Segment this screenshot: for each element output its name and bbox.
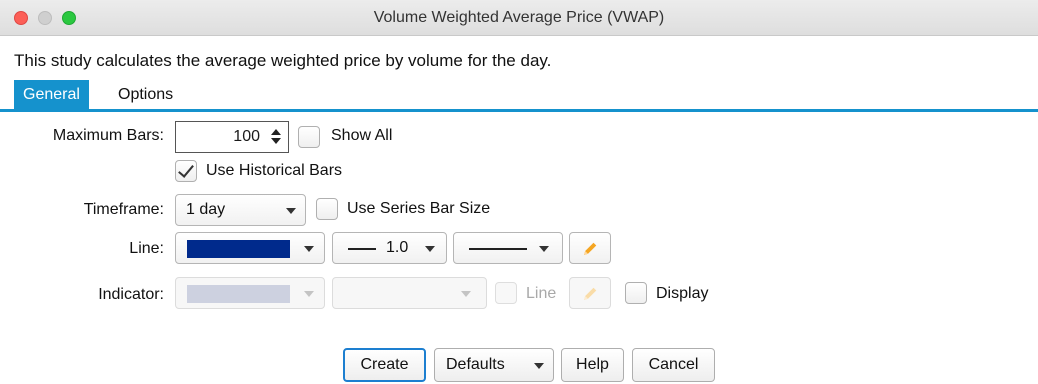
indicator-line-label: Line bbox=[526, 285, 557, 302]
line-style-dropdown[interactable] bbox=[453, 232, 563, 264]
tab-general[interactable]: General bbox=[14, 80, 89, 109]
indicator-color-swatch bbox=[187, 285, 290, 303]
line-edit-button[interactable] bbox=[569, 232, 611, 264]
display-label: Display bbox=[656, 285, 709, 302]
defaults-button-label: Defaults bbox=[446, 356, 505, 373]
indicator-style-dropdown bbox=[332, 277, 487, 309]
show-all-checkbox[interactable] bbox=[298, 126, 320, 148]
chevron-down-icon bbox=[304, 291, 314, 297]
window-title: Volume Weighted Average Price (VWAP) bbox=[373, 9, 665, 26]
chevron-down-icon bbox=[534, 363, 544, 369]
tab-bar: General Options bbox=[0, 80, 1038, 112]
tab-options[interactable]: Options bbox=[109, 80, 182, 109]
line-width-sample bbox=[348, 248, 376, 250]
indicator-label: Indicator: bbox=[98, 286, 164, 303]
spinner-arrows-icon[interactable] bbox=[270, 125, 282, 149]
line-label: Line: bbox=[129, 240, 164, 257]
cancel-button[interactable]: Cancel bbox=[632, 348, 715, 382]
defaults-button[interactable]: Defaults bbox=[434, 348, 554, 382]
pencil-icon bbox=[584, 242, 597, 255]
chevron-down-icon bbox=[461, 291, 471, 297]
chevron-down-icon bbox=[286, 208, 296, 214]
chevron-down-icon bbox=[304, 246, 314, 252]
indicator-line-checkbox bbox=[495, 282, 517, 304]
pencil-icon bbox=[584, 287, 597, 300]
indicator-color-dropdown bbox=[175, 277, 325, 309]
maximum-bars-spinner[interactable]: 100 bbox=[175, 121, 289, 153]
timeframe-dropdown[interactable]: 1 day bbox=[175, 194, 306, 226]
maximum-bars-label: Maximum Bars: bbox=[52, 127, 164, 144]
indicator-edit-button bbox=[569, 277, 611, 309]
study-description: This study calculates the average weight… bbox=[14, 51, 552, 70]
create-button[interactable]: Create bbox=[343, 348, 426, 382]
use-series-bar-size-checkbox[interactable] bbox=[316, 198, 338, 220]
timeframe-value: 1 day bbox=[186, 201, 226, 218]
use-series-bar-size-label: Use Series Bar Size bbox=[347, 200, 491, 217]
line-color-dropdown[interactable] bbox=[175, 232, 325, 264]
display-checkbox[interactable] bbox=[625, 282, 647, 304]
timeframe-label: Timeframe: bbox=[83, 201, 164, 218]
line-width-dropdown[interactable]: 1.0 bbox=[332, 232, 447, 264]
chevron-down-icon bbox=[425, 246, 435, 252]
chevron-down-icon bbox=[539, 246, 549, 252]
use-historical-bars-checkbox[interactable] bbox=[175, 160, 197, 182]
maximum-bars-value: 100 bbox=[233, 128, 260, 145]
line-color-swatch bbox=[187, 240, 290, 258]
line-width-value: 1.0 bbox=[386, 239, 409, 256]
checkmark-icon bbox=[178, 161, 194, 178]
show-all-label: Show All bbox=[331, 127, 393, 144]
use-historical-bars-label: Use Historical Bars bbox=[206, 162, 343, 179]
line-style-sample bbox=[469, 248, 527, 250]
help-button[interactable]: Help bbox=[561, 348, 624, 382]
window-titlebar: Volume Weighted Average Price (VWAP) bbox=[0, 0, 1038, 36]
